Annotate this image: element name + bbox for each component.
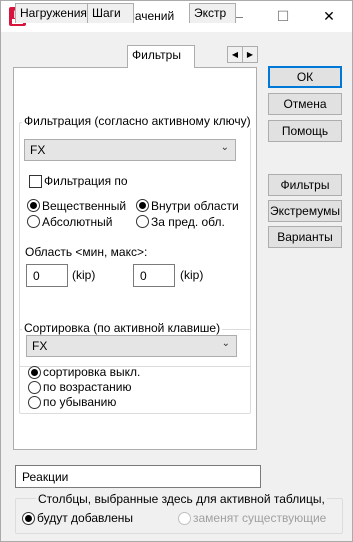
filter-group-title: Фильтрация (согласно активному ключу) <box>22 114 253 128</box>
help-button[interactable]: Помощь <box>268 120 342 142</box>
min-value-input[interactable]: 0 <box>26 264 68 287</box>
filter-by-checkbox[interactable] <box>29 175 42 188</box>
tab-loads[interactable]: Нагружения <box>15 3 93 23</box>
tab-scroll-left-icon[interactable]: ◀ <box>227 46 243 63</box>
radio-replace-columns-label: заменят существующие <box>193 511 327 525</box>
max-value-input[interactable]: 0 <box>133 264 175 287</box>
radio-sort-desc-label: по убыванию <box>43 395 117 409</box>
ok-button[interactable]: ОК <box>268 66 342 88</box>
radio-real-label: Вещественный <box>42 199 127 213</box>
radio-sort-off[interactable] <box>28 366 41 379</box>
radio-sort-desc[interactable] <box>28 396 41 409</box>
radio-add-columns[interactable] <box>22 512 35 525</box>
tab-panel: Фильтрация (согласно активному ключу) FX… <box>13 67 257 450</box>
chevron-down-icon: ⌄ <box>221 338 230 349</box>
columns-caption: Столбцы, выбранные здесь для активной та… <box>36 492 327 506</box>
tab-extremes[interactable]: Экстр <box>189 3 236 23</box>
radio-outside-label: За пред. обл. <box>151 215 225 229</box>
variants-button[interactable]: Варианты <box>268 226 342 248</box>
radio-replace-columns[interactable] <box>178 512 191 525</box>
tab-filters[interactable]: Фильтры <box>127 45 195 68</box>
radio-sort-asc[interactable] <box>28 381 41 394</box>
radio-sort-off-label: сортировка выкл. <box>43 365 141 379</box>
reactions-field[interactable]: Реакции <box>15 465 261 488</box>
tab-scroll-right-icon[interactable]: ▶ <box>242 46 258 63</box>
radio-absolute-label: Абсолютный <box>42 215 113 229</box>
maximize-icon[interactable]: ☐ <box>260 1 306 32</box>
sort-group-title: Сортировка (по активной клавише) <box>22 321 223 335</box>
radio-real[interactable] <box>27 199 40 212</box>
chevron-down-icon: ⌄ <box>220 142 229 153</box>
extremes-button[interactable]: Экстремумы <box>268 200 342 222</box>
radio-outside[interactable] <box>136 215 149 228</box>
radio-absolute[interactable] <box>27 215 40 228</box>
min-unit-label: (kip) <box>72 268 96 282</box>
radio-add-columns-label: будут добавлены <box>37 511 134 525</box>
range-label: Область <мин, макс>: <box>25 245 148 259</box>
sort-key-combo[interactable]: FX ⌄ <box>26 335 237 357</box>
close-icon[interactable]: ✕ <box>306 1 352 32</box>
radio-inside-label: Внутри области <box>151 199 239 213</box>
radio-inside[interactable] <box>136 199 149 212</box>
max-unit-label: (kip) <box>180 268 204 282</box>
filter-key-value: FX <box>30 143 46 157</box>
dialog-window: R Выбор узловых значений — ☐ ✕ Нагружени… <box>0 0 353 542</box>
filters-button[interactable]: Фильтры <box>268 174 342 196</box>
filter-by-label: Фильтрация по <box>44 174 128 188</box>
cancel-button[interactable]: Отмена <box>268 93 342 115</box>
sort-key-value: FX <box>32 339 48 353</box>
radio-sort-asc-label: по возрастанию <box>43 380 132 394</box>
filter-key-combo[interactable]: FX ⌄ <box>24 139 236 161</box>
tab-steps[interactable]: Шаги <box>87 3 134 23</box>
